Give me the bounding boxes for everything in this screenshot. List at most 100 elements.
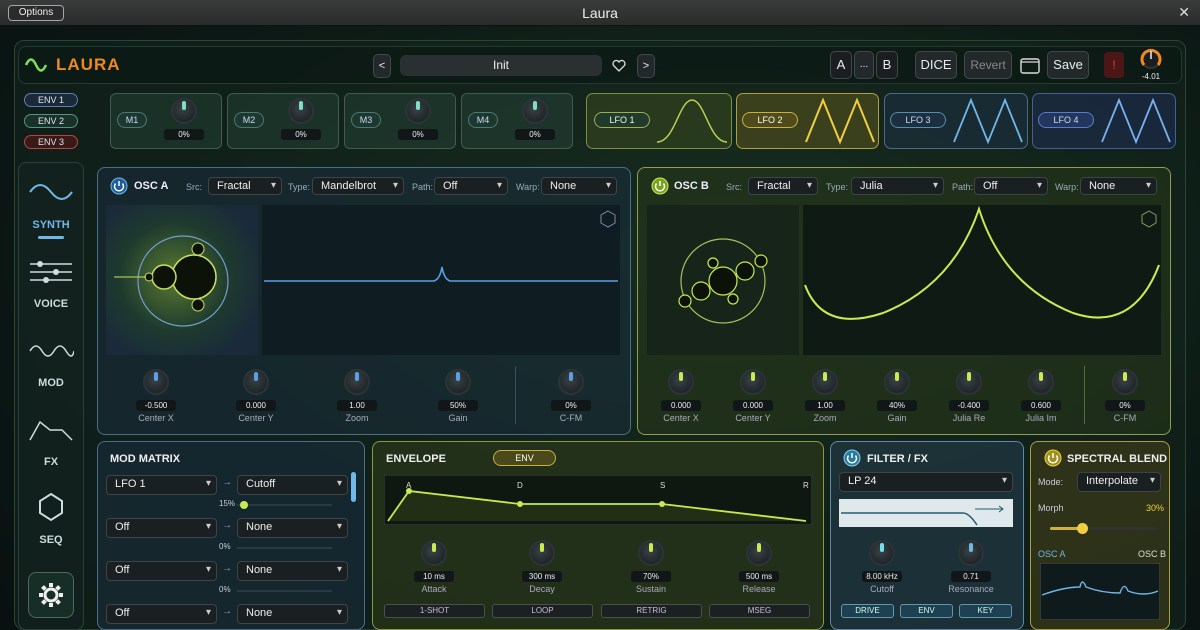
osc-b-src-dropdown[interactable]: Fractal (748, 177, 818, 195)
osc-b-zoom-knob[interactable] (812, 369, 838, 395)
ab-copy-button[interactable]: ... (854, 51, 874, 79)
voice-icon[interactable] (28, 258, 74, 286)
env2-selector[interactable]: ENV 2 (24, 114, 78, 128)
preset-name[interactable]: Init (400, 55, 602, 76)
mod-source-dropdown-1[interactable]: LFO 1 (106, 475, 217, 495)
env-attack-knob[interactable] (421, 540, 447, 566)
filter-cutoff-knob[interactable] (869, 540, 895, 566)
lfo4-label[interactable]: LFO 4 (1038, 112, 1094, 128)
osc-a-src-dropdown[interactable]: Fractal (208, 177, 282, 195)
osc-b-waveform-view[interactable] (803, 205, 1161, 355)
env3-selector[interactable]: ENV 3 (24, 135, 78, 149)
compare-b-button[interactable]: B (876, 51, 898, 79)
mod-source-dropdown-2[interactable]: Off (106, 518, 217, 538)
next-preset-button[interactable]: > (637, 54, 655, 78)
env-sustain-knob[interactable] (638, 540, 664, 566)
spectral-mode-dropdown[interactable]: Interpolate (1077, 472, 1161, 492)
sidebar-item-fx[interactable]: FX (26, 456, 76, 468)
lfo2-label[interactable]: LFO 2 (742, 112, 798, 128)
sidebar-item-voice[interactable]: VOICE (26, 298, 76, 310)
revert-button[interactable]: Revert (964, 51, 1012, 79)
macro-3-label[interactable]: M3 (351, 112, 381, 128)
lfo3-label[interactable]: LFO 3 (890, 112, 946, 128)
osc-b-julia-re-knob[interactable] (956, 369, 982, 395)
filter-type-dropdown[interactable]: LP 24 (839, 472, 1013, 492)
osc-b-center-y-knob[interactable] (740, 369, 766, 395)
sidebar-item-mod[interactable]: MOD (26, 377, 76, 389)
close-icon[interactable]: ✕ (1178, 4, 1190, 21)
osc-b-gain-knob[interactable] (884, 369, 910, 395)
mod-dest-dropdown-1[interactable]: Cutoff (237, 475, 348, 495)
folder-icon[interactable] (1019, 55, 1041, 75)
osc-b-fractal-view[interactable] (647, 205, 799, 355)
env-decay-knob[interactable] (529, 540, 555, 566)
env-mode-retrig-button[interactable]: RETRIG (601, 604, 702, 618)
save-button[interactable]: Save (1047, 51, 1089, 79)
morph-slider-thumb[interactable] (1076, 523, 1088, 534)
osc-b-type-dropdown[interactable]: Julia (851, 177, 944, 195)
synth-icon[interactable] (28, 178, 74, 206)
mod-amount-track-2[interactable] (237, 547, 332, 549)
osc-a-gain-knob[interactable] (445, 369, 471, 395)
macro-2-label[interactable]: M2 (234, 112, 264, 128)
macro-3-knob[interactable] (405, 98, 431, 124)
osc-a-fractal-view[interactable] (106, 205, 258, 355)
envelope-graph[interactable] (384, 475, 812, 525)
osc-b-path-dropdown[interactable]: Off (974, 177, 1048, 195)
osc-a-power-icon[interactable] (110, 177, 128, 195)
osc-b-julia-im-knob[interactable] (1028, 369, 1054, 395)
env-tag[interactable]: ENV (493, 450, 556, 466)
env-mode-loop-button[interactable]: LOOP (492, 604, 593, 618)
macro-4-label[interactable]: M4 (468, 112, 498, 128)
env1-selector[interactable]: ENV 1 (24, 93, 78, 107)
mod-matrix-scrollbar[interactable] (351, 472, 356, 502)
spectral-power-icon[interactable] (1044, 449, 1062, 467)
osc-a-warp-dropdown[interactable]: None (541, 177, 617, 195)
osc-b-center-x-knob[interactable] (668, 369, 694, 395)
master-knob[interactable] (1138, 46, 1164, 72)
filter-env-button[interactable]: ENV (900, 604, 953, 618)
mod-amount-track-3[interactable] (237, 590, 332, 592)
filter-power-icon[interactable] (843, 449, 861, 467)
env-release-knob[interactable] (746, 540, 772, 566)
mod-amount-track-1[interactable] (237, 504, 332, 506)
mod-amount-thumb-1[interactable] (240, 501, 248, 509)
osc-a-type-dropdown[interactable]: Mandelbrot (312, 177, 404, 195)
osc-a-cfm-knob[interactable] (558, 369, 584, 395)
env-mode-1shot-button[interactable]: 1-SHOT (384, 604, 485, 618)
mod-dest-dropdown-4[interactable]: None (237, 604, 348, 624)
filter-drive-button[interactable]: DRIVE (841, 604, 894, 618)
osc-a-center-y-knob[interactable] (243, 369, 269, 395)
fx-icon[interactable] (28, 416, 74, 444)
osc-b-warp-dropdown[interactable]: None (1080, 177, 1157, 195)
filter-key-button[interactable]: KEY (959, 604, 1012, 618)
osc-b-cfm-knob[interactable] (1112, 369, 1138, 395)
macro-2-knob[interactable] (288, 98, 314, 124)
lfo1-label[interactable]: LFO 1 (594, 112, 650, 128)
env-mode-mseg-button[interactable]: MSEG (709, 604, 810, 618)
osc-a-waveform-view[interactable] (262, 205, 620, 355)
mod-dest-dropdown-2[interactable]: None (237, 518, 348, 538)
osc-a-path-dropdown[interactable]: Off (434, 177, 508, 195)
mod-source-dropdown-3[interactable]: Off (106, 561, 217, 581)
sidebar-item-synth[interactable]: SYNTH (26, 219, 76, 231)
mod-source-dropdown-4[interactable]: Off (106, 604, 217, 624)
seq-icon[interactable] (36, 492, 66, 522)
prev-preset-button[interactable]: < (373, 54, 391, 78)
filter-resonance-knob[interactable] (958, 540, 984, 566)
osc-b-power-icon[interactable] (651, 177, 669, 195)
mod-dest-dropdown-3[interactable]: None (237, 561, 348, 581)
osc-a-center-x-knob[interactable] (143, 369, 169, 395)
alert-button[interactable]: ! (1104, 52, 1124, 78)
macro-4-knob[interactable] (522, 98, 548, 124)
heart-icon[interactable] (612, 59, 626, 72)
filter-response-graph[interactable] (839, 499, 1013, 527)
compare-a-button[interactable]: A (830, 51, 852, 79)
macro-1-knob[interactable] (171, 98, 197, 124)
osc-a-center-x-knob-indicator (154, 372, 158, 381)
macro-1-label[interactable]: M1 (117, 112, 147, 128)
mod-icon[interactable] (28, 337, 74, 365)
sidebar-item-seq[interactable]: SEQ (26, 534, 76, 546)
osc-a-zoom-knob[interactable] (344, 369, 370, 395)
dice-button[interactable]: DICE (915, 51, 957, 79)
